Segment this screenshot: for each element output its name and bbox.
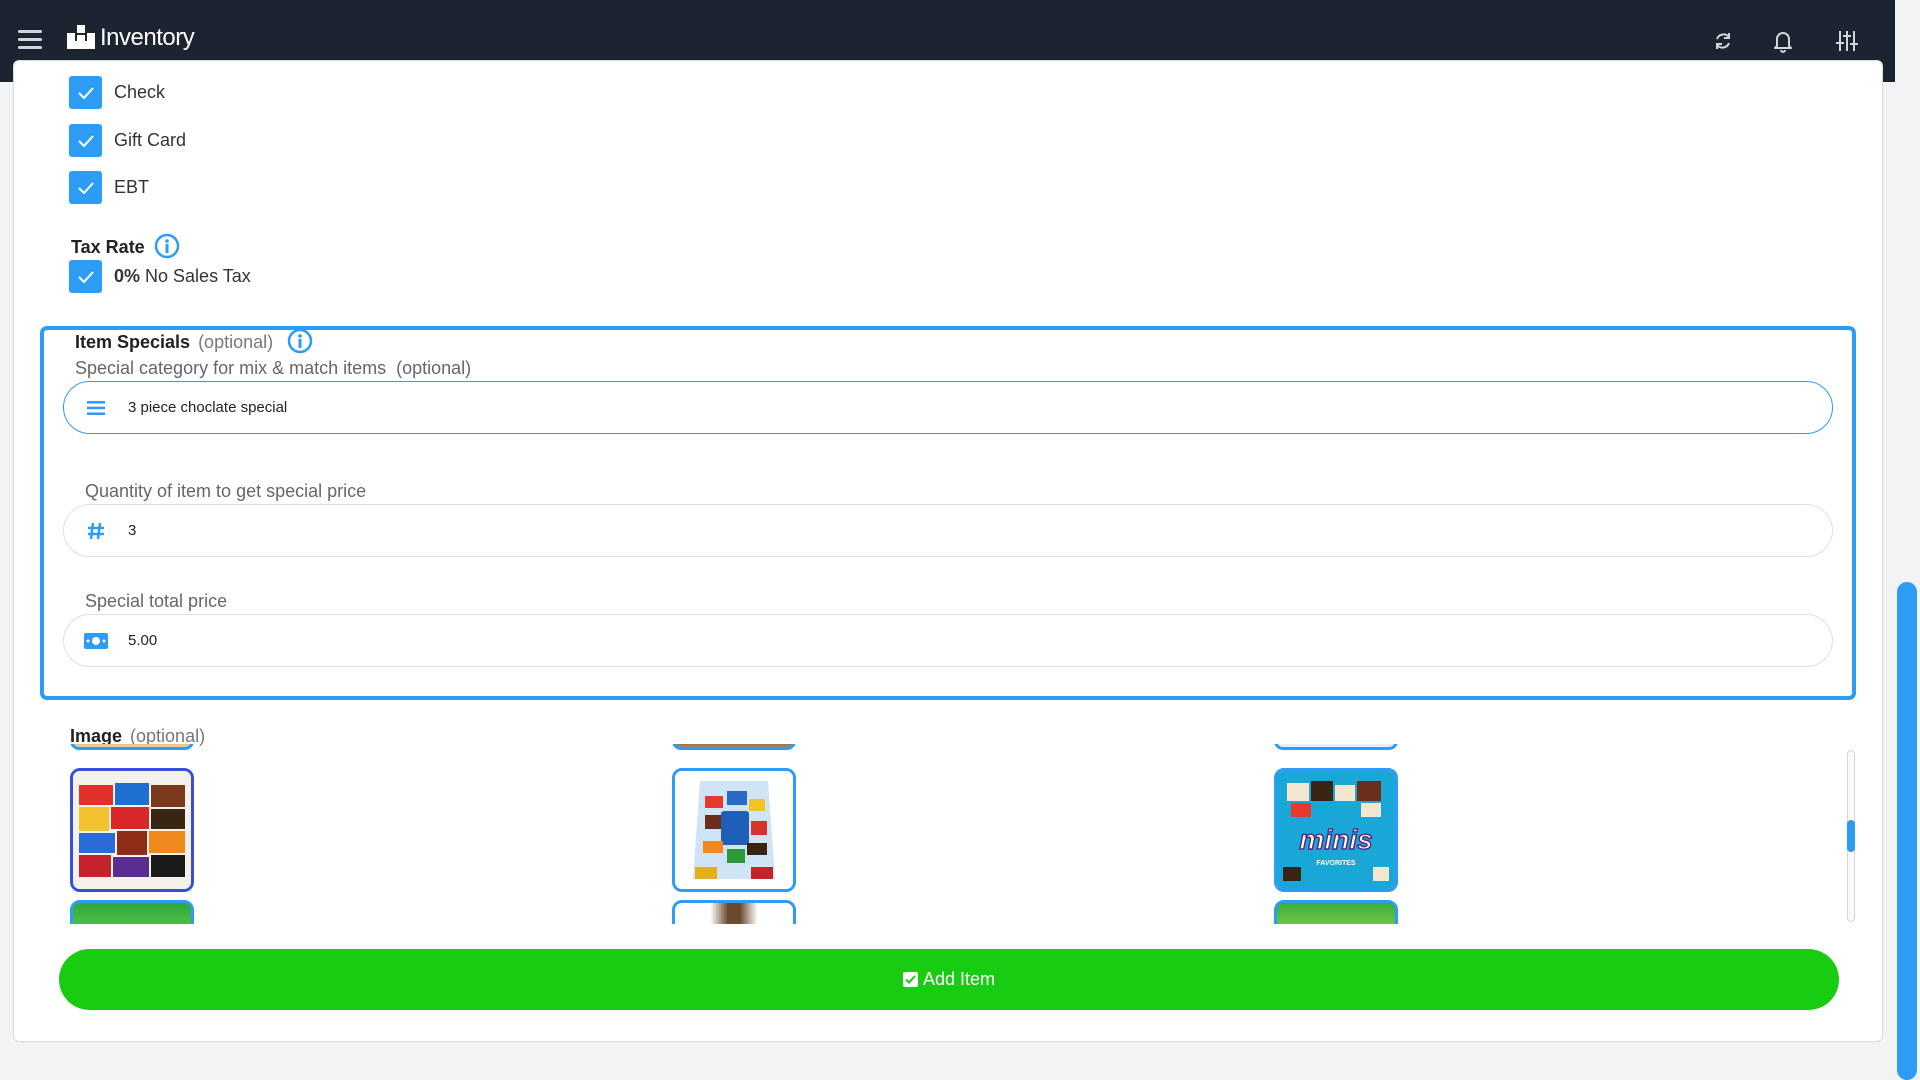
list-icon [84,397,108,419]
hash-icon [84,520,108,542]
item-specials-title: Item Specials [75,332,191,352]
sync-icon[interactable] [1710,28,1736,54]
checkmark-icon [77,86,94,99]
checkbox[interactable] [69,171,102,204]
image-picker-grid: minis FAVORITES [64,744,1854,924]
add-item-button[interactable]: Add Item [59,949,1839,1010]
tax-option-label: 0% No Sales Tax [114,266,251,287]
page-scrollbar-thumb[interactable] [1897,582,1917,1080]
item-specials-heading: Item Specials (optional) [75,332,273,353]
image-thumbnail-partial[interactable] [672,744,796,750]
checkmark-icon [77,134,94,147]
checkmark-icon [77,270,94,283]
special-category-input[interactable]: 3 piece choclate special [63,381,1833,434]
image-thumbnail-partial[interactable] [672,900,796,924]
info-icon[interactable] [287,328,313,354]
check-label: Gift Card [114,130,187,150]
image-thumbnail-partial[interactable] [1274,900,1398,924]
image-heading-title: Image [70,726,123,746]
image-thumbnail-candy-variety[interactable] [70,768,194,892]
add-item-label: Add Item [922,969,996,989]
chocolate-mix-bag-image [675,771,793,889]
optional-tag: (optional) [130,726,206,746]
special-price-value: 5.00 [128,632,158,649]
quantity-value: 3 [128,522,137,539]
image-thumbnail-minis-favorites[interactable]: minis FAVORITES [1274,768,1398,892]
image-grid-scroll-thumb[interactable] [1847,820,1855,852]
favorites-caption: FAVORITES [1316,860,1355,867]
candy-variety-image [73,771,191,889]
special-category-value: 3 piece choclate special [128,399,288,416]
check-label: Check [114,82,166,102]
info-icon[interactable] [154,233,180,259]
optional-tag: (optional) [198,332,274,352]
checkbox[interactable] [69,124,102,157]
checkbox[interactable] [69,260,102,293]
checkbox-icon [902,972,918,987]
checkbox[interactable] [69,76,102,109]
payment-method-check[interactable]: Check [69,76,165,109]
image-thumbnail-partial[interactable] [1274,744,1398,750]
image-thumbnail-partial[interactable] [70,900,194,924]
special-price-input[interactable]: 5.00 [63,614,1833,667]
check-label: EBT [114,177,150,197]
tax-rate-value: 0% [114,266,141,286]
minis-caption: minis [1299,824,1372,855]
special-price-label: Special total price [85,591,228,611]
checkmark-icon [77,181,94,194]
image-thumbnail-partial[interactable] [70,744,194,750]
sliders-icon[interactable] [1834,28,1860,54]
boxes-logo-icon [67,25,95,49]
optional-tag: (optional) [396,358,472,378]
tax-rate-label: No Sales Tax [145,266,251,286]
tax-no-sales-tax[interactable]: 0% No Sales Tax [69,260,251,293]
hamburger-menu-icon[interactable] [18,30,42,50]
bell-icon[interactable] [1770,28,1796,54]
tax-rate-heading: Tax Rate [71,237,145,257]
quantity-input[interactable]: 3 [63,504,1833,557]
app-title: Inventory [100,24,195,51]
quantity-label: Quantity of item to get special price [85,481,367,501]
payment-method-gift-card[interactable]: Gift Card [69,124,186,157]
special-category-label: Special category for mix & match items (… [75,358,471,379]
image-thumbnail-chocolate-mix[interactable] [672,768,796,892]
special-category-text: Special category for mix & match items [75,358,387,378]
money-bill-icon [84,630,108,652]
minis-favorites-bag-image: minis FAVORITES [1277,771,1395,889]
payment-method-ebt[interactable]: EBT [69,171,149,204]
